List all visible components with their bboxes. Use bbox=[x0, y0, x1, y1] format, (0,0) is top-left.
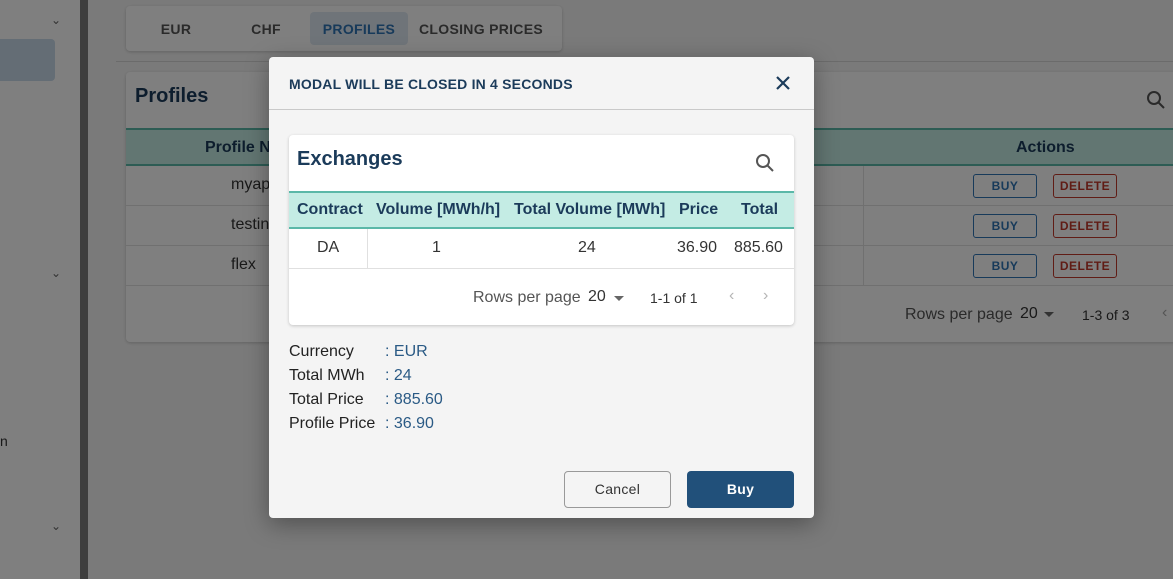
search-icon[interactable] bbox=[755, 153, 775, 173]
cell-total: 885.60 bbox=[734, 239, 783, 256]
cell-volume: 1 bbox=[432, 239, 441, 256]
buy-button[interactable]: Buy bbox=[687, 471, 794, 508]
summary-label: Profile Price bbox=[289, 415, 376, 432]
rows-per-page-select[interactable]: 20 bbox=[588, 288, 606, 306]
chevron-left-icon[interactable]: ‹ bbox=[729, 287, 734, 305]
modal-header: MODAL WILL BE CLOSED IN 4 SECONDS bbox=[269, 57, 814, 110]
table-row: DA 1 24 36.90 885.60 bbox=[289, 229, 794, 269]
table-header: Contract Volume [MWh/h] Total Volume [MW… bbox=[289, 191, 794, 229]
summary-value: : 36.90 bbox=[385, 415, 434, 432]
column-header-volume[interactable]: Volume [MWh/h] bbox=[376, 201, 500, 219]
summary-value: : 24 bbox=[385, 367, 412, 384]
summary-value: : EUR bbox=[385, 343, 428, 360]
cell-price: 36.90 bbox=[677, 239, 718, 256]
cancel-button[interactable]: Cancel bbox=[564, 471, 671, 508]
summary-label: Currency bbox=[289, 343, 354, 360]
buy-profile-modal: MODAL WILL BE CLOSED IN 4 SECONDS Exchan… bbox=[269, 57, 814, 518]
exchanges-table: Exchanges Contract Volume [MWh/h] Total … bbox=[289, 135, 794, 325]
summary-label: Total MWh bbox=[289, 367, 365, 384]
close-icon[interactable] bbox=[772, 72, 794, 94]
summary-label: Total Price bbox=[289, 391, 364, 408]
pagination-range: 1-1 of 1 bbox=[650, 290, 698, 306]
column-header-contract[interactable]: Contract bbox=[297, 201, 363, 219]
modal-title: MODAL WILL BE CLOSED IN 4 SECONDS bbox=[289, 76, 573, 92]
cell-total-volume: 24 bbox=[578, 239, 596, 256]
chevron-right-icon[interactable]: › bbox=[763, 287, 768, 305]
caret-down-icon[interactable] bbox=[614, 296, 624, 301]
column-header-total[interactable]: Total bbox=[741, 201, 778, 219]
column-header-price[interactable]: Price bbox=[679, 201, 718, 219]
rows-per-page-label: Rows per page bbox=[473, 289, 581, 306]
summary-value: : 885.60 bbox=[385, 391, 443, 408]
exchanges-title: Exchanges bbox=[297, 148, 403, 170]
column-header-total-volume[interactable]: Total Volume [MWh] bbox=[514, 201, 665, 219]
cell-contract: DA bbox=[317, 239, 340, 256]
